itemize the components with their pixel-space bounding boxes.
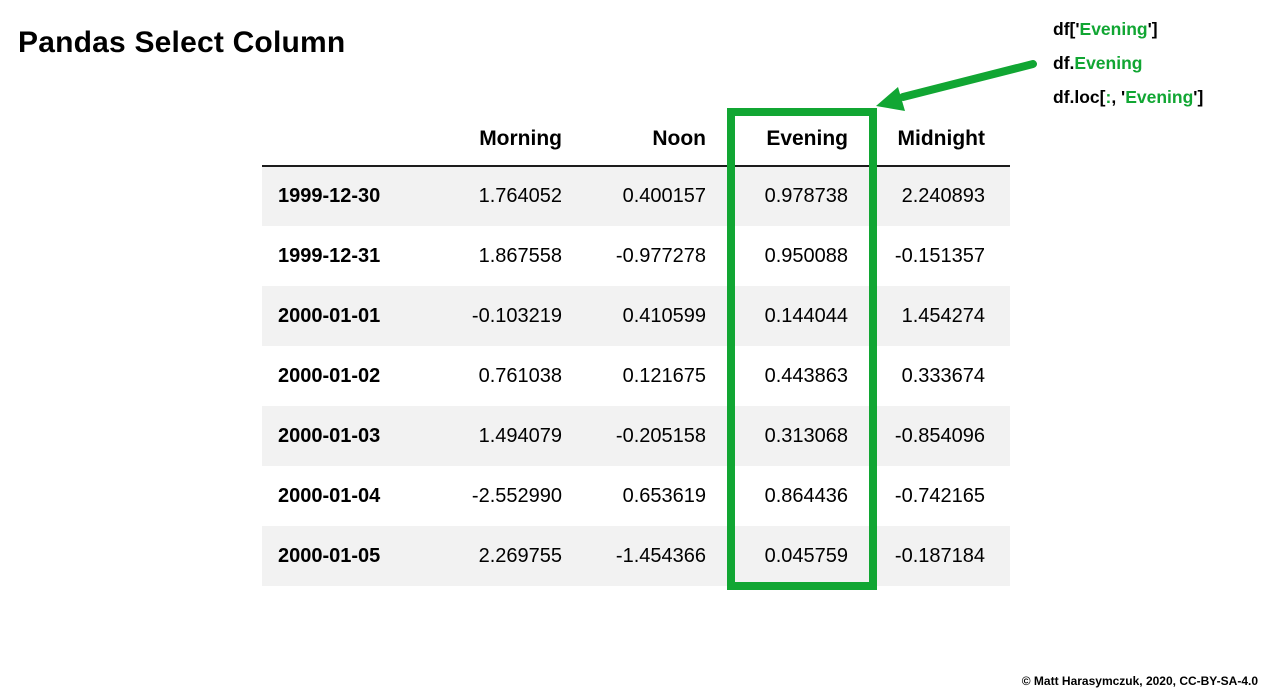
value-cell: -0.205158 <box>587 406 731 466</box>
table-body: 1999-12-301.7640520.4001570.9787382.2408… <box>262 166 1010 586</box>
row-index-cell: 2000-01-03 <box>262 406 450 466</box>
value-cell: -0.742165 <box>873 466 1010 526</box>
row-index-cell: 2000-01-04 <box>262 466 450 526</box>
code-segment: df.loc[ <box>1053 87 1106 107</box>
value-cell: 0.864436 <box>731 466 873 526</box>
code-line: df.Evening <box>1053 46 1203 80</box>
value-cell: 0.761038 <box>450 346 587 406</box>
value-cell: 0.045759 <box>731 526 873 586</box>
value-cell: 0.144044 <box>731 286 873 346</box>
value-cell: 0.121675 <box>587 346 731 406</box>
code-segment: df. <box>1053 53 1074 73</box>
column-header-midnight: Midnight <box>873 112 1010 166</box>
value-cell: 0.313068 <box>731 406 873 466</box>
index-column-header <box>262 112 450 166</box>
table-header-row: MorningNoonEveningMidnight <box>262 112 1010 166</box>
slide: Pandas Select Column df['Evening']df.Eve… <box>0 0 1272 700</box>
value-cell: 1.454274 <box>873 286 1010 346</box>
code-segment: '] <box>1148 19 1158 39</box>
code-annotation: df['Evening']df.Eveningdf.loc[:, 'Evenin… <box>1053 12 1203 114</box>
arrow-head <box>876 87 905 111</box>
value-cell: 0.410599 <box>587 286 731 346</box>
value-cell: 1.867558 <box>450 226 587 286</box>
value-cell: 2.269755 <box>450 526 587 586</box>
value-cell: -0.977278 <box>587 226 731 286</box>
table-row: 1999-12-311.867558-0.9772780.950088-0.15… <box>262 226 1010 286</box>
table-row: 2000-01-052.269755-1.4543660.045759-0.18… <box>262 526 1010 586</box>
value-cell: -2.552990 <box>450 466 587 526</box>
table-row: 1999-12-301.7640520.4001570.9787382.2408… <box>262 166 1010 226</box>
page-title: Pandas Select Column <box>18 26 345 60</box>
column-header-evening: Evening <box>731 112 873 166</box>
row-index-cell: 2000-01-05 <box>262 526 450 586</box>
value-cell: 1.494079 <box>450 406 587 466</box>
code-segment: '] <box>1193 87 1203 107</box>
table-row: 2000-01-04-2.5529900.6536190.864436-0.74… <box>262 466 1010 526</box>
value-cell: 0.400157 <box>587 166 731 226</box>
row-index-cell: 2000-01-01 <box>262 286 450 346</box>
dataframe-table: MorningNoonEveningMidnight 1999-12-301.7… <box>262 112 1010 586</box>
table-row: 2000-01-01-0.1032190.4105990.1440441.454… <box>262 286 1010 346</box>
value-cell: -0.187184 <box>873 526 1010 586</box>
value-cell: 1.764052 <box>450 166 587 226</box>
row-index-cell: 1999-12-30 <box>262 166 450 226</box>
code-segment: Evening <box>1125 87 1193 107</box>
value-cell: 0.443863 <box>731 346 873 406</box>
value-cell: 0.978738 <box>731 166 873 226</box>
row-index-cell: 1999-12-31 <box>262 226 450 286</box>
table-row: 2000-01-031.494079-0.2051580.313068-0.85… <box>262 406 1010 466</box>
copyright-notice: © Matt Harasymczuk, 2020, CC-BY-SA-4.0 <box>1022 674 1258 688</box>
code-segment: df[' <box>1053 19 1080 39</box>
table-row: 2000-01-020.7610380.1216750.4438630.3336… <box>262 346 1010 406</box>
code-segment: Evening <box>1074 53 1142 73</box>
code-line: df['Evening'] <box>1053 12 1203 46</box>
code-line: df.loc[:, 'Evening'] <box>1053 80 1203 114</box>
row-index-cell: 2000-01-02 <box>262 346 450 406</box>
value-cell: 0.333674 <box>873 346 1010 406</box>
value-cell: -0.854096 <box>873 406 1010 466</box>
value-cell: 0.950088 <box>731 226 873 286</box>
value-cell: 0.653619 <box>587 466 731 526</box>
value-cell: -1.454366 <box>587 526 731 586</box>
column-header-noon: Noon <box>587 112 731 166</box>
column-header-morning: Morning <box>450 112 587 166</box>
code-segment: Evening <box>1080 19 1148 39</box>
value-cell: 2.240893 <box>873 166 1010 226</box>
arrow-shaft <box>903 64 1033 97</box>
code-segment: , ' <box>1111 87 1125 107</box>
value-cell: -0.151357 <box>873 226 1010 286</box>
value-cell: -0.103219 <box>450 286 587 346</box>
